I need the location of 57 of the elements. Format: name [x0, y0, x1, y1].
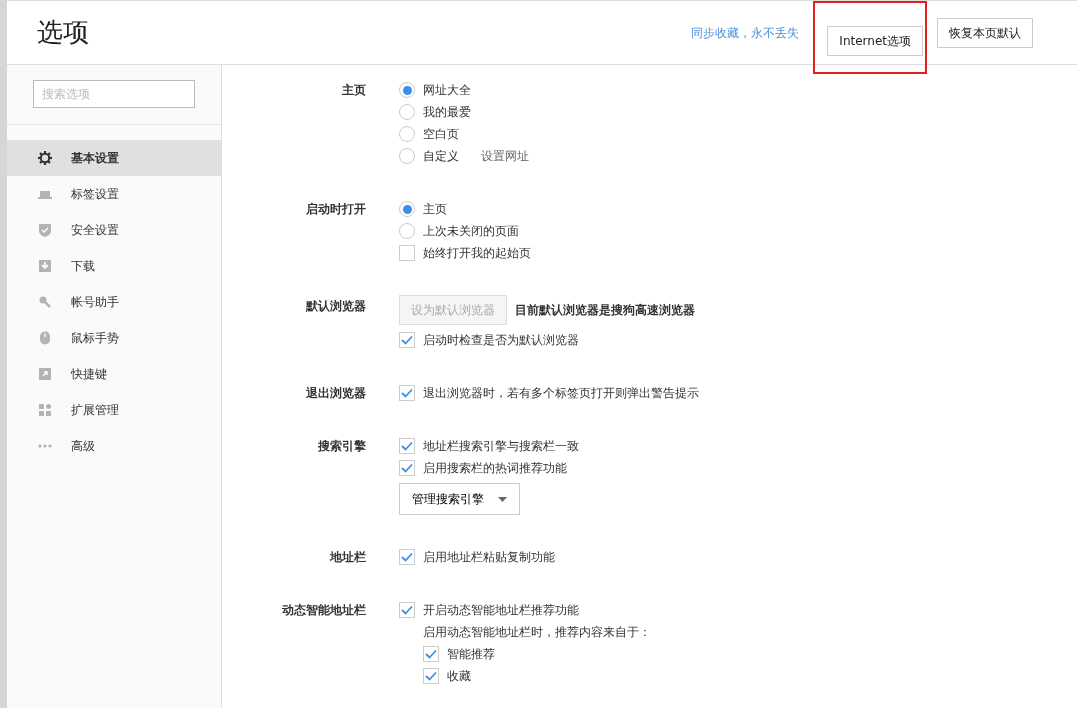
- sidebar-item[interactable]: 标签设置: [7, 176, 221, 212]
- option-label: 地址栏搜索引擎与搜索栏一致: [423, 438, 579, 455]
- option-label: 启用地址栏粘贴复制功能: [423, 549, 555, 566]
- section-label: 地址栏: [328, 549, 366, 566]
- search-field[interactable]: 搜索选项: [33, 80, 195, 108]
- option-label: 自定义: [423, 148, 459, 165]
- sidebar-item[interactable]: 安全设置: [7, 212, 221, 248]
- checkbox[interactable]: [399, 602, 415, 618]
- option-label: 启用搜索栏的热词推荐功能: [423, 460, 567, 477]
- set-url-link[interactable]: 设置网址: [481, 147, 529, 165]
- checkbox[interactable]: [399, 332, 415, 348]
- sidebar-item[interactable]: 扩展管理: [7, 392, 221, 428]
- checkbox[interactable]: [399, 460, 415, 476]
- sidebar-item[interactable]: 基本设置: [7, 140, 221, 176]
- default-browser-status: 目前默认浏览器是搜狗高速浏览器: [515, 302, 695, 319]
- checkbox[interactable]: [399, 385, 415, 401]
- checkbox[interactable]: [399, 438, 415, 454]
- settings-icon: [37, 150, 53, 166]
- sidebar-item[interactable]: 快捷键: [7, 356, 221, 392]
- page-title: 选项: [37, 16, 89, 49]
- option-label: 我的最爱: [423, 104, 471, 121]
- option-label: 退出浏览器时，若有多个标签页打开则弹出警告提示: [423, 385, 699, 402]
- dropdown-button[interactable]: 管理搜索引擎: [399, 483, 520, 515]
- option-label: 网址大全: [423, 82, 471, 99]
- option-label: 启动时检查是否为默认浏览器: [423, 332, 579, 349]
- option-label: 收藏: [447, 668, 471, 685]
- option-label: 始终打开我的起始页: [423, 245, 531, 262]
- mouse-icon: [37, 330, 53, 346]
- checkbox[interactable]: [423, 646, 439, 662]
- checkbox[interactable]: [399, 549, 415, 565]
- sidebar-item[interactable]: 鼠标手势: [7, 320, 221, 356]
- option-label: 主页: [423, 201, 447, 218]
- section-label: 搜索引擎: [317, 438, 366, 455]
- header-button[interactable]: 恢复本页默认: [937, 17, 1033, 48]
- sidebar-item[interactable]: 下载: [7, 248, 221, 284]
- checkbox[interactable]: [399, 245, 415, 261]
- shortcut-icon: [37, 366, 53, 382]
- shield-icon: [37, 222, 53, 238]
- section-label: 主页: [341, 82, 366, 99]
- section-label: 默认浏览器: [305, 298, 366, 315]
- sync-link[interactable]: 同步收藏，永不丢失: [691, 23, 800, 42]
- grid-icon: [37, 402, 53, 418]
- sidebar-item[interactable]: 帐号助手: [7, 284, 221, 320]
- download-icon: [37, 258, 53, 274]
- header-button[interactable]: Internet选项: [827, 26, 923, 56]
- option-label: 开启动态智能地址栏推荐功能: [423, 602, 579, 619]
- sidebar-item[interactable]: 高级: [7, 428, 221, 464]
- section-label: 启动时打开: [305, 201, 366, 218]
- key-icon: [37, 294, 53, 310]
- section-label: 退出浏览器: [305, 385, 366, 402]
- option-label: 上次未关闭的页面: [423, 223, 519, 240]
- section-label: 动态智能地址栏: [281, 602, 366, 619]
- hint-text: 启用动态智能地址栏时，推荐内容来自于：: [423, 624, 651, 641]
- checkbox[interactable]: [423, 668, 439, 684]
- option-label: 空白页: [423, 126, 459, 143]
- caret-icon: [498, 496, 507, 502]
- option-label: 智能推荐: [447, 646, 495, 663]
